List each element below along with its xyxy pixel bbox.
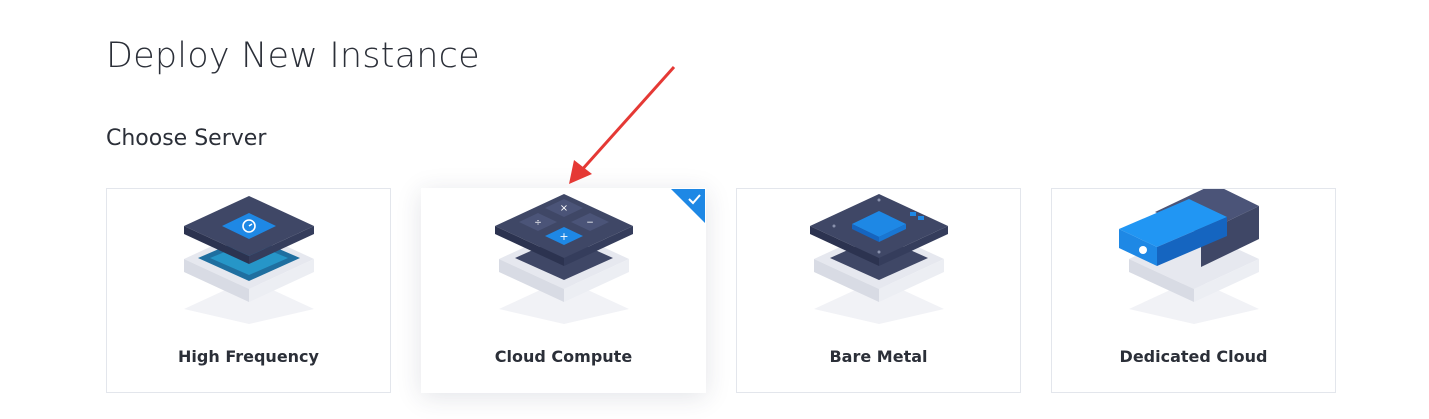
- server-card-cloud-compute[interactable]: × ÷ − + Cloud Compute: [421, 188, 706, 393]
- server-card-bare-metal[interactable]: Bare Metal: [736, 188, 1021, 393]
- cloud-compute-server-icon: × ÷ − +: [495, 194, 633, 324]
- bare-metal-server-icon: [810, 194, 948, 324]
- server-card-label: Dedicated Cloud: [1119, 347, 1268, 366]
- server-card-dedicated-cloud[interactable]: Dedicated Cloud: [1051, 188, 1336, 393]
- svg-text:÷: ÷: [534, 218, 542, 228]
- selected-check-icon: [671, 189, 705, 223]
- dedicated-cloud-server-icon: [1119, 189, 1259, 324]
- server-type-list: High Frequency × ÷ − + Cloud Compute Bar…: [106, 188, 1336, 393]
- server-card-label: Cloud Compute: [494, 347, 633, 366]
- server-card-label: High Frequency: [178, 347, 319, 366]
- server-card-high-frequency[interactable]: High Frequency: [106, 188, 391, 393]
- svg-text:+: +: [559, 230, 568, 243]
- high-frequency-server-icon: [184, 196, 314, 324]
- section-title: Choose Server: [106, 126, 267, 151]
- svg-text:×: ×: [560, 203, 568, 214]
- svg-text:−: −: [586, 218, 594, 228]
- server-card-label: Bare Metal: [829, 347, 928, 366]
- page-title: Deploy New Instance: [106, 36, 480, 76]
